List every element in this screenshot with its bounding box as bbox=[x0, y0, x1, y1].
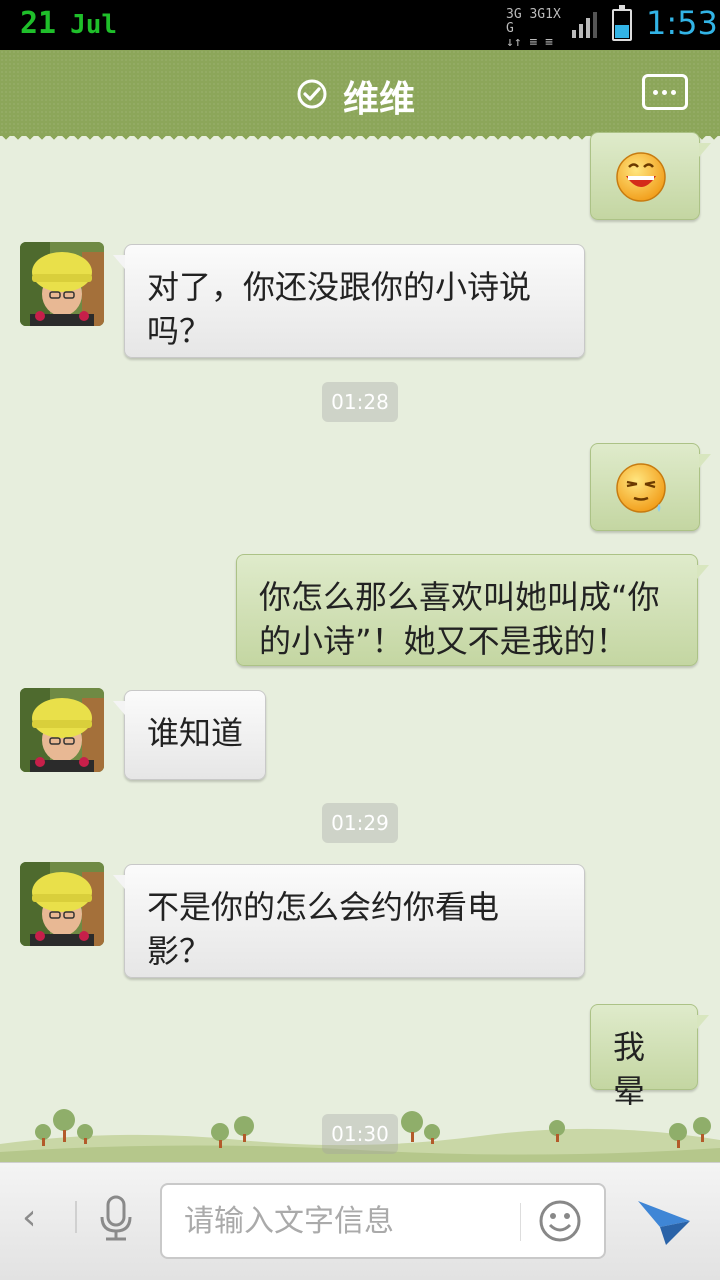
contact-avatar[interactable] bbox=[20, 862, 104, 946]
timestamp: 01:28 bbox=[322, 382, 398, 422]
timestamp: 01:30 bbox=[322, 1114, 398, 1154]
incoming-message-bubble[interactable]: 谁知道 bbox=[113, 690, 266, 780]
more-button[interactable] bbox=[642, 74, 688, 110]
status-time: 1:53 bbox=[646, 4, 718, 42]
outgoing-emoji-bubble[interactable] bbox=[590, 443, 711, 531]
collapse-chevron-icon[interactable]: ‹ bbox=[22, 1197, 36, 1238]
smiley-icon[interactable] bbox=[538, 1199, 582, 1243]
sweat-face-icon bbox=[616, 463, 666, 513]
outgoing-message-bubble[interactable]: 我晕 bbox=[590, 1004, 709, 1110]
battery-fill bbox=[615, 25, 629, 38]
timestamp: 01:29 bbox=[322, 803, 398, 843]
signal-icon bbox=[572, 12, 597, 38]
input-bar: ‹ bbox=[0, 1162, 720, 1280]
laughing-face-icon bbox=[616, 152, 666, 202]
divider bbox=[75, 1201, 77, 1233]
incoming-message-bubble[interactable]: 对了，你还没跟你的小诗说吗？ bbox=[113, 244, 585, 358]
microphone-icon[interactable] bbox=[98, 1195, 134, 1243]
status-date: 21 Jul bbox=[20, 6, 118, 41]
message-input[interactable] bbox=[184, 1199, 514, 1243]
contact-avatar[interactable] bbox=[20, 242, 104, 326]
send-icon[interactable] bbox=[636, 1193, 692, 1247]
field-divider bbox=[520, 1203, 521, 1241]
check-circle-icon bbox=[297, 79, 327, 109]
chat-header: 维维 bbox=[0, 50, 720, 144]
contact-name[interactable]: 维维 bbox=[0, 70, 720, 122]
message-input-field[interactable] bbox=[160, 1183, 606, 1259]
contact-avatar[interactable] bbox=[20, 688, 104, 772]
incoming-message-bubble[interactable]: 不是你的怎么会约你看电影？ bbox=[113, 864, 585, 978]
outgoing-emoji-bubble[interactable] bbox=[590, 132, 711, 220]
battery-icon bbox=[612, 5, 632, 41]
network-indicators: 3G 3G1X G ↓↑ ≡ ≡ bbox=[506, 7, 561, 50]
outgoing-message-bubble[interactable]: 你怎么那么喜欢叫她叫成“你的小诗”！她又不是我的！ bbox=[236, 554, 709, 666]
status-bar: 21 Jul 3G 3G1X G ↓↑ ≡ ≡ 1:53 bbox=[0, 0, 720, 50]
